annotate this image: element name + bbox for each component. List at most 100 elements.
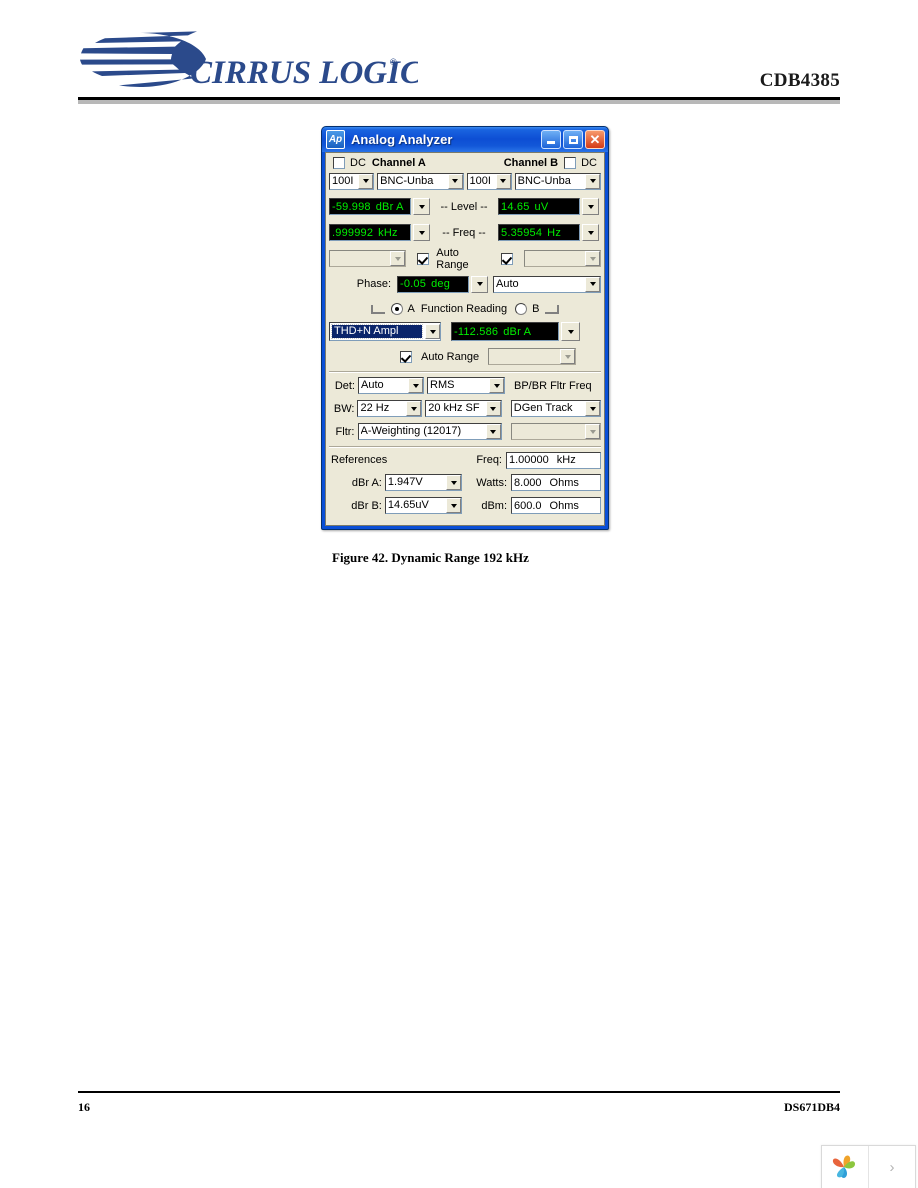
phase-label: Phase: bbox=[356, 278, 391, 290]
function-combo[interactable]: THD+N Ampl bbox=[329, 322, 441, 341]
filter-row[interactable]: Fltr: A-Weighting (12017) bbox=[329, 421, 601, 442]
function-auto-range-row[interactable]: Auto Range bbox=[329, 346, 601, 367]
chevron-down-icon[interactable] bbox=[447, 173, 463, 189]
phase-dropdown-button[interactable] bbox=[471, 275, 488, 293]
freq-a-unit: kHz bbox=[378, 226, 398, 239]
bw-low-combo[interactable]: 22 Hz bbox=[357, 400, 423, 417]
input-a-combo[interactable]: BNC-Unba bbox=[377, 172, 464, 190]
ref-dbrb-row: dBr B: 14.65uV dBm: 600.0 Ohms bbox=[329, 495, 602, 516]
phase-mode-combo[interactable]: Auto bbox=[493, 275, 601, 293]
dbra-combo[interactable]: 1.947V bbox=[384, 474, 463, 491]
analog-analyzer-window[interactable]: Ap Analog Analyzer ✕ DC Channel A Channe… bbox=[321, 126, 609, 530]
chevron-down-icon[interactable] bbox=[446, 475, 462, 490]
chevron-down-icon[interactable] bbox=[425, 324, 440, 339]
channel-a-label: Channel A bbox=[371, 157, 426, 169]
function-channel-b-radio[interactable] bbox=[515, 303, 528, 315]
chevron-down-icon[interactable] bbox=[585, 276, 600, 292]
impedance-b-combo[interactable]: 100I bbox=[466, 172, 512, 190]
auto-range-a-checkbox[interactable] bbox=[417, 252, 430, 265]
auto-range-b-checkbox[interactable] bbox=[500, 252, 513, 265]
chevron-down-icon[interactable] bbox=[390, 251, 406, 266]
chevron-down-icon[interactable] bbox=[585, 173, 600, 189]
range-b-combo[interactable] bbox=[523, 250, 602, 267]
fltr-value: A-Weighting (12017) bbox=[360, 425, 462, 437]
dbrb-combo[interactable]: 14.65uV bbox=[384, 497, 463, 514]
channel-b-label: Channel B bbox=[503, 157, 559, 169]
minimize-button[interactable] bbox=[541, 130, 561, 149]
impedance-a-combo[interactable]: 100I bbox=[329, 172, 375, 190]
chevron-down-icon[interactable] bbox=[358, 173, 374, 189]
svg-text:®: ® bbox=[390, 57, 397, 67]
dbrb-label: dBr B: bbox=[351, 499, 382, 512]
next-page-chevron-icon[interactable]: › bbox=[869, 1146, 915, 1188]
bandwidth-row[interactable]: BW: 22 Hz 20 kHz SF DGen Track bbox=[329, 398, 601, 419]
chevron-down-icon[interactable] bbox=[585, 251, 601, 266]
chevron-down-icon[interactable] bbox=[485, 401, 501, 416]
function-select-row[interactable]: THD+N Ampl -112.586 dBr A bbox=[329, 320, 601, 343]
chevron-down-icon[interactable] bbox=[485, 424, 501, 439]
close-button[interactable]: ✕ bbox=[585, 130, 605, 149]
freq-b-dropdown-button[interactable] bbox=[582, 224, 599, 241]
dbra-value: 1.947 bbox=[387, 476, 416, 488]
function-auto-range-label: Auto Range bbox=[421, 350, 480, 363]
document-page: CIRRUS LOGIC ® CDB4385 Ap Analog Analyze… bbox=[0, 0, 918, 1188]
chevron-down-icon[interactable] bbox=[446, 498, 462, 513]
leaf-logo-icon[interactable] bbox=[822, 1146, 869, 1188]
watts-field[interactable]: 8.000 Ohms bbox=[511, 474, 602, 491]
dc-checkbox-b[interactable] bbox=[564, 157, 577, 169]
dbm-field[interactable]: 600.0 Ohms bbox=[511, 497, 602, 514]
level-b-dropdown-button[interactable] bbox=[582, 198, 599, 215]
ref-freq-value: 1.00000 bbox=[509, 454, 549, 466]
det-type-combo[interactable]: RMS bbox=[427, 377, 505, 394]
header-rule bbox=[78, 97, 840, 104]
input-b-combo[interactable]: BNC-Unba bbox=[514, 172, 601, 190]
chevron-down-icon[interactable] bbox=[495, 173, 511, 189]
function-channel-a-label: A bbox=[407, 303, 415, 315]
chevron-down-icon[interactable] bbox=[489, 378, 504, 393]
dbrb-unit: uV bbox=[415, 499, 429, 511]
chevron-down-icon[interactable] bbox=[406, 401, 422, 416]
det-mode-combo[interactable]: Auto bbox=[358, 377, 424, 394]
function-auto-range-checkbox[interactable] bbox=[400, 350, 412, 363]
detector-row[interactable]: Det: Auto RMS BP/BR Fltr Freq bbox=[329, 375, 601, 396]
bw-high-value: 20 kHz SF bbox=[428, 402, 480, 414]
bpbr-source-value: DGen Track bbox=[513, 402, 573, 414]
chevron-down-icon[interactable] bbox=[560, 349, 576, 364]
dbm-unit: Ohms bbox=[549, 499, 579, 512]
dbm-label: dBm: bbox=[481, 499, 508, 512]
bpbr-freq-combo[interactable] bbox=[510, 423, 601, 440]
det-type-value: RMS bbox=[430, 379, 455, 391]
det-mode-value: Auto bbox=[361, 379, 384, 391]
divider bbox=[329, 371, 601, 373]
fltr-combo[interactable]: A-Weighting (12017) bbox=[357, 423, 502, 440]
bw-high-combo[interactable]: 20 kHz SF bbox=[425, 400, 502, 417]
window-controls[interactable]: ✕ bbox=[541, 130, 606, 149]
dc-checkbox-a[interactable] bbox=[333, 157, 345, 169]
cirrus-logic-logo: CIRRUS LOGIC ® bbox=[78, 31, 418, 93]
ref-freq-field[interactable]: 1.00000 kHz bbox=[506, 451, 601, 469]
channel-auto-range-row[interactable]: Auto Range bbox=[329, 247, 602, 271]
watts-unit: Ohms bbox=[549, 476, 579, 489]
range-a-combo[interactable] bbox=[329, 250, 407, 267]
chevron-down-icon[interactable] bbox=[585, 424, 600, 439]
freq-a-dropdown-button[interactable] bbox=[413, 224, 430, 241]
function-channel-b-label: B bbox=[532, 303, 540, 315]
bpbr-source-combo[interactable]: DGen Track bbox=[510, 400, 601, 417]
level-b-readout: 14.65 uV bbox=[498, 198, 580, 215]
page-number: 16 bbox=[78, 1100, 90, 1114]
chevron-down-icon[interactable] bbox=[408, 378, 423, 393]
bw-label: BW: bbox=[333, 402, 355, 415]
function-reading-dropdown-button[interactable] bbox=[561, 322, 580, 341]
minimize-icon bbox=[547, 141, 555, 144]
input-selector-row[interactable]: 100I BNC-Unba 100I BNC-Unba bbox=[329, 171, 601, 191]
references-section: References Freq: 1.00000 kHz dBr A: 1.94… bbox=[329, 450, 602, 516]
viewer-corner-widget[interactable]: › bbox=[821, 1145, 916, 1188]
window-titlebar[interactable]: Ap Analog Analyzer ✕ bbox=[322, 127, 608, 152]
function-channel-a-radio[interactable] bbox=[390, 303, 403, 315]
chevron-down-icon[interactable] bbox=[585, 401, 600, 416]
function-range-combo[interactable] bbox=[488, 348, 577, 365]
level-a-dropdown-button[interactable] bbox=[413, 198, 430, 215]
maximize-button[interactable] bbox=[563, 130, 583, 149]
figure-caption: Figure 42. Dynamic Range 192 kHz bbox=[332, 550, 529, 565]
function-reading-header: A Function Reading B bbox=[329, 300, 601, 318]
